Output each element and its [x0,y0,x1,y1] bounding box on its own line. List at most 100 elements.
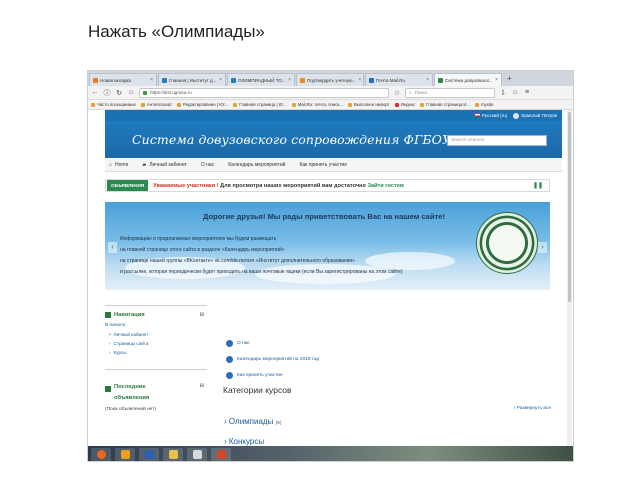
browser-tab-active[interactable]: Система довузовског... × [434,73,502,86]
bookmark-item[interactable]: Выполнен импорт [347,102,390,107]
favicon-icon [438,77,443,83]
close-icon[interactable]: × [288,77,291,83]
browser-tab[interactable]: ОЛИМПИАДНЫЙ ТО... × [227,73,295,86]
bookmark-item[interactable]: mysite [475,102,494,107]
tab-label: ОЛИМПИАДНЫЙ ТО... [238,77,286,83]
favicon-icon [300,77,305,83]
pause-icon[interactable]: ❚❚ [533,182,543,189]
bookmark-label: Mail.Ru: почта, поиск... [297,102,343,107]
menu-item-home[interactable]: ⌂ Home [109,162,128,168]
chevron-right-icon: › [109,341,111,346]
info-icon[interactable]: ⓘ [103,88,111,98]
bookmarks-bar: Часто посещаемые Антиплагиат Редактирова… [88,100,573,110]
browser-tab[interactable]: Главная | Институт д... × [158,73,226,86]
download-icon[interactable]: ⇩ [499,89,507,97]
home-icon[interactable]: ⌂ [127,89,135,96]
close-icon[interactable]: × [358,77,361,83]
collapse-icon[interactable]: ⊟ [200,382,204,392]
menu-item-cabinet[interactable]: ▰ Личный кабинет [142,162,186,168]
bookmark-item[interactable]: Главная страница | Ю... [233,102,287,107]
scrollbar-thumb[interactable] [568,112,571,302]
menu-item-participate[interactable]: Как принять участие [299,162,347,168]
nav-home[interactable]: В начало [105,323,207,328]
tab-label: Система довузовског... [445,77,493,83]
vertical-scrollbar[interactable] [567,110,572,446]
nav-item-pages[interactable]: › Страницы сайта [105,341,207,346]
back-icon[interactable]: ← [91,89,99,96]
outlook-icon[interactable] [115,447,135,461]
slide-title: Нажать «Олимпиады» [88,22,265,41]
close-icon[interactable]: × [219,77,222,83]
user-menu[interactable]: Ермолай Петров [513,112,557,119]
home-icon: ⌂ [109,161,113,168]
slider-next-icon[interactable]: › [538,242,547,253]
link-participate[interactable]: Как принять участие [226,367,556,383]
nav-item-courses[interactable]: › Курсы [105,350,207,355]
expand-all-link[interactable]: › Развернуть все [514,406,551,411]
firefox-icon[interactable] [91,447,111,461]
globe-icon [226,339,233,347]
new-tab-button[interactable]: + [503,73,516,86]
menu-item-calendar[interactable]: Календарь мероприятий [228,162,285,168]
category-olympiads[interactable]: › Олимпиады (9) [224,417,556,426]
nav-item-cabinet[interactable]: • Личный кабинет [105,332,207,337]
word-icon[interactable] [139,447,159,461]
bookmark-label: Редактирование | Юг... [182,102,229,107]
bookmark-item[interactable]: Mail.Ru: почта, поиск... [291,102,343,107]
powerpoint-icon[interactable] [211,447,231,461]
bookmark-item[interactable]: Яндекс [394,102,416,107]
home-page-icon[interactable]: ⌂ [511,89,519,96]
site-menu: ⌂ Home ▰ Личный кабинет О нас Календарь ме… [105,158,562,172]
bookmark-item[interactable]: Главная страница И... [420,102,470,107]
news-title-line: объявления [114,395,150,401]
folder-icon [347,102,352,107]
menu-label: О нас [200,161,215,168]
link-about[interactable]: О нас [226,335,556,351]
menu-label: Личный кабинет [149,161,187,168]
bookmark-label: Главная страница | Ю... [239,102,287,107]
browser-tab[interactable]: Подтвердить учетную... × [296,73,364,86]
menu-icon[interactable]: ≡ [523,89,531,96]
link-label: Календарь мероприятий на 2018 год [237,356,319,362]
browser-tab[interactable]: Новая вкладка × [89,73,157,86]
nav-label: Страницы сайта [113,341,149,346]
media-player-icon[interactable] [187,447,207,461]
nav-label: Курсы [113,350,127,355]
language-selector[interactable]: Русский (ru) [474,113,507,118]
bookmark-star-icon[interactable]: ☆ [393,89,401,97]
guest-login-link[interactable]: Зайти гостем [367,183,403,189]
block-title-label: Навигация [114,312,145,318]
bookmark-item[interactable]: Часто посещаемые [91,102,136,107]
announcement-badge: ОБЪЯВЛЕНИЯ [107,180,149,191]
close-icon[interactable]: × [495,77,498,83]
menu-item-about[interactable]: О нас [201,162,214,168]
site-banner: Система довузовского сопровождения ФГБОУ… [105,121,562,158]
collapse-icon[interactable]: ⊟ [200,312,204,318]
favicon-icon [369,77,374,83]
news-title-line: Последние [114,384,146,390]
browser-tab[interactable]: Почта Mail.Ru × [365,73,433,86]
course-search-input[interactable]: Search courses [447,135,547,146]
announcement-highlight: Уважаемые участники ! [153,182,219,189]
slider-prev-icon[interactable]: ‹ [108,242,117,253]
browser-search-input[interactable]: ⌕ Поиск [405,87,495,98]
url-bar[interactable]: https://dist.ugrasu.ru [139,87,389,98]
bookmark-label: Выполнен импорт [353,102,390,107]
bookmark-icon [176,102,181,107]
bookmark-item[interactable]: Редактирование | Юг... [176,102,229,107]
bookmark-icon [233,102,238,107]
reload-icon[interactable]: ↻ [115,89,123,97]
close-icon[interactable]: × [426,77,429,83]
close-icon[interactable]: × [150,77,153,83]
bookmark-item[interactable]: Антиплагиат [140,102,172,107]
explorer-icon[interactable] [163,447,183,461]
bookmark-label: Яндекс [400,102,416,107]
announcement-text: Уважаемые участники ! Для просмотра наши… [153,183,404,189]
favicon-icon [162,77,167,83]
category-contests[interactable]: › Конкурсы [224,437,556,446]
flag-icon [474,113,480,118]
link-label: О нас [237,340,250,346]
link-calendar[interactable]: Календарь мероприятий на 2018 год [226,351,556,367]
nav-label: Личный кабинет [113,332,149,337]
taskbar [88,446,573,461]
